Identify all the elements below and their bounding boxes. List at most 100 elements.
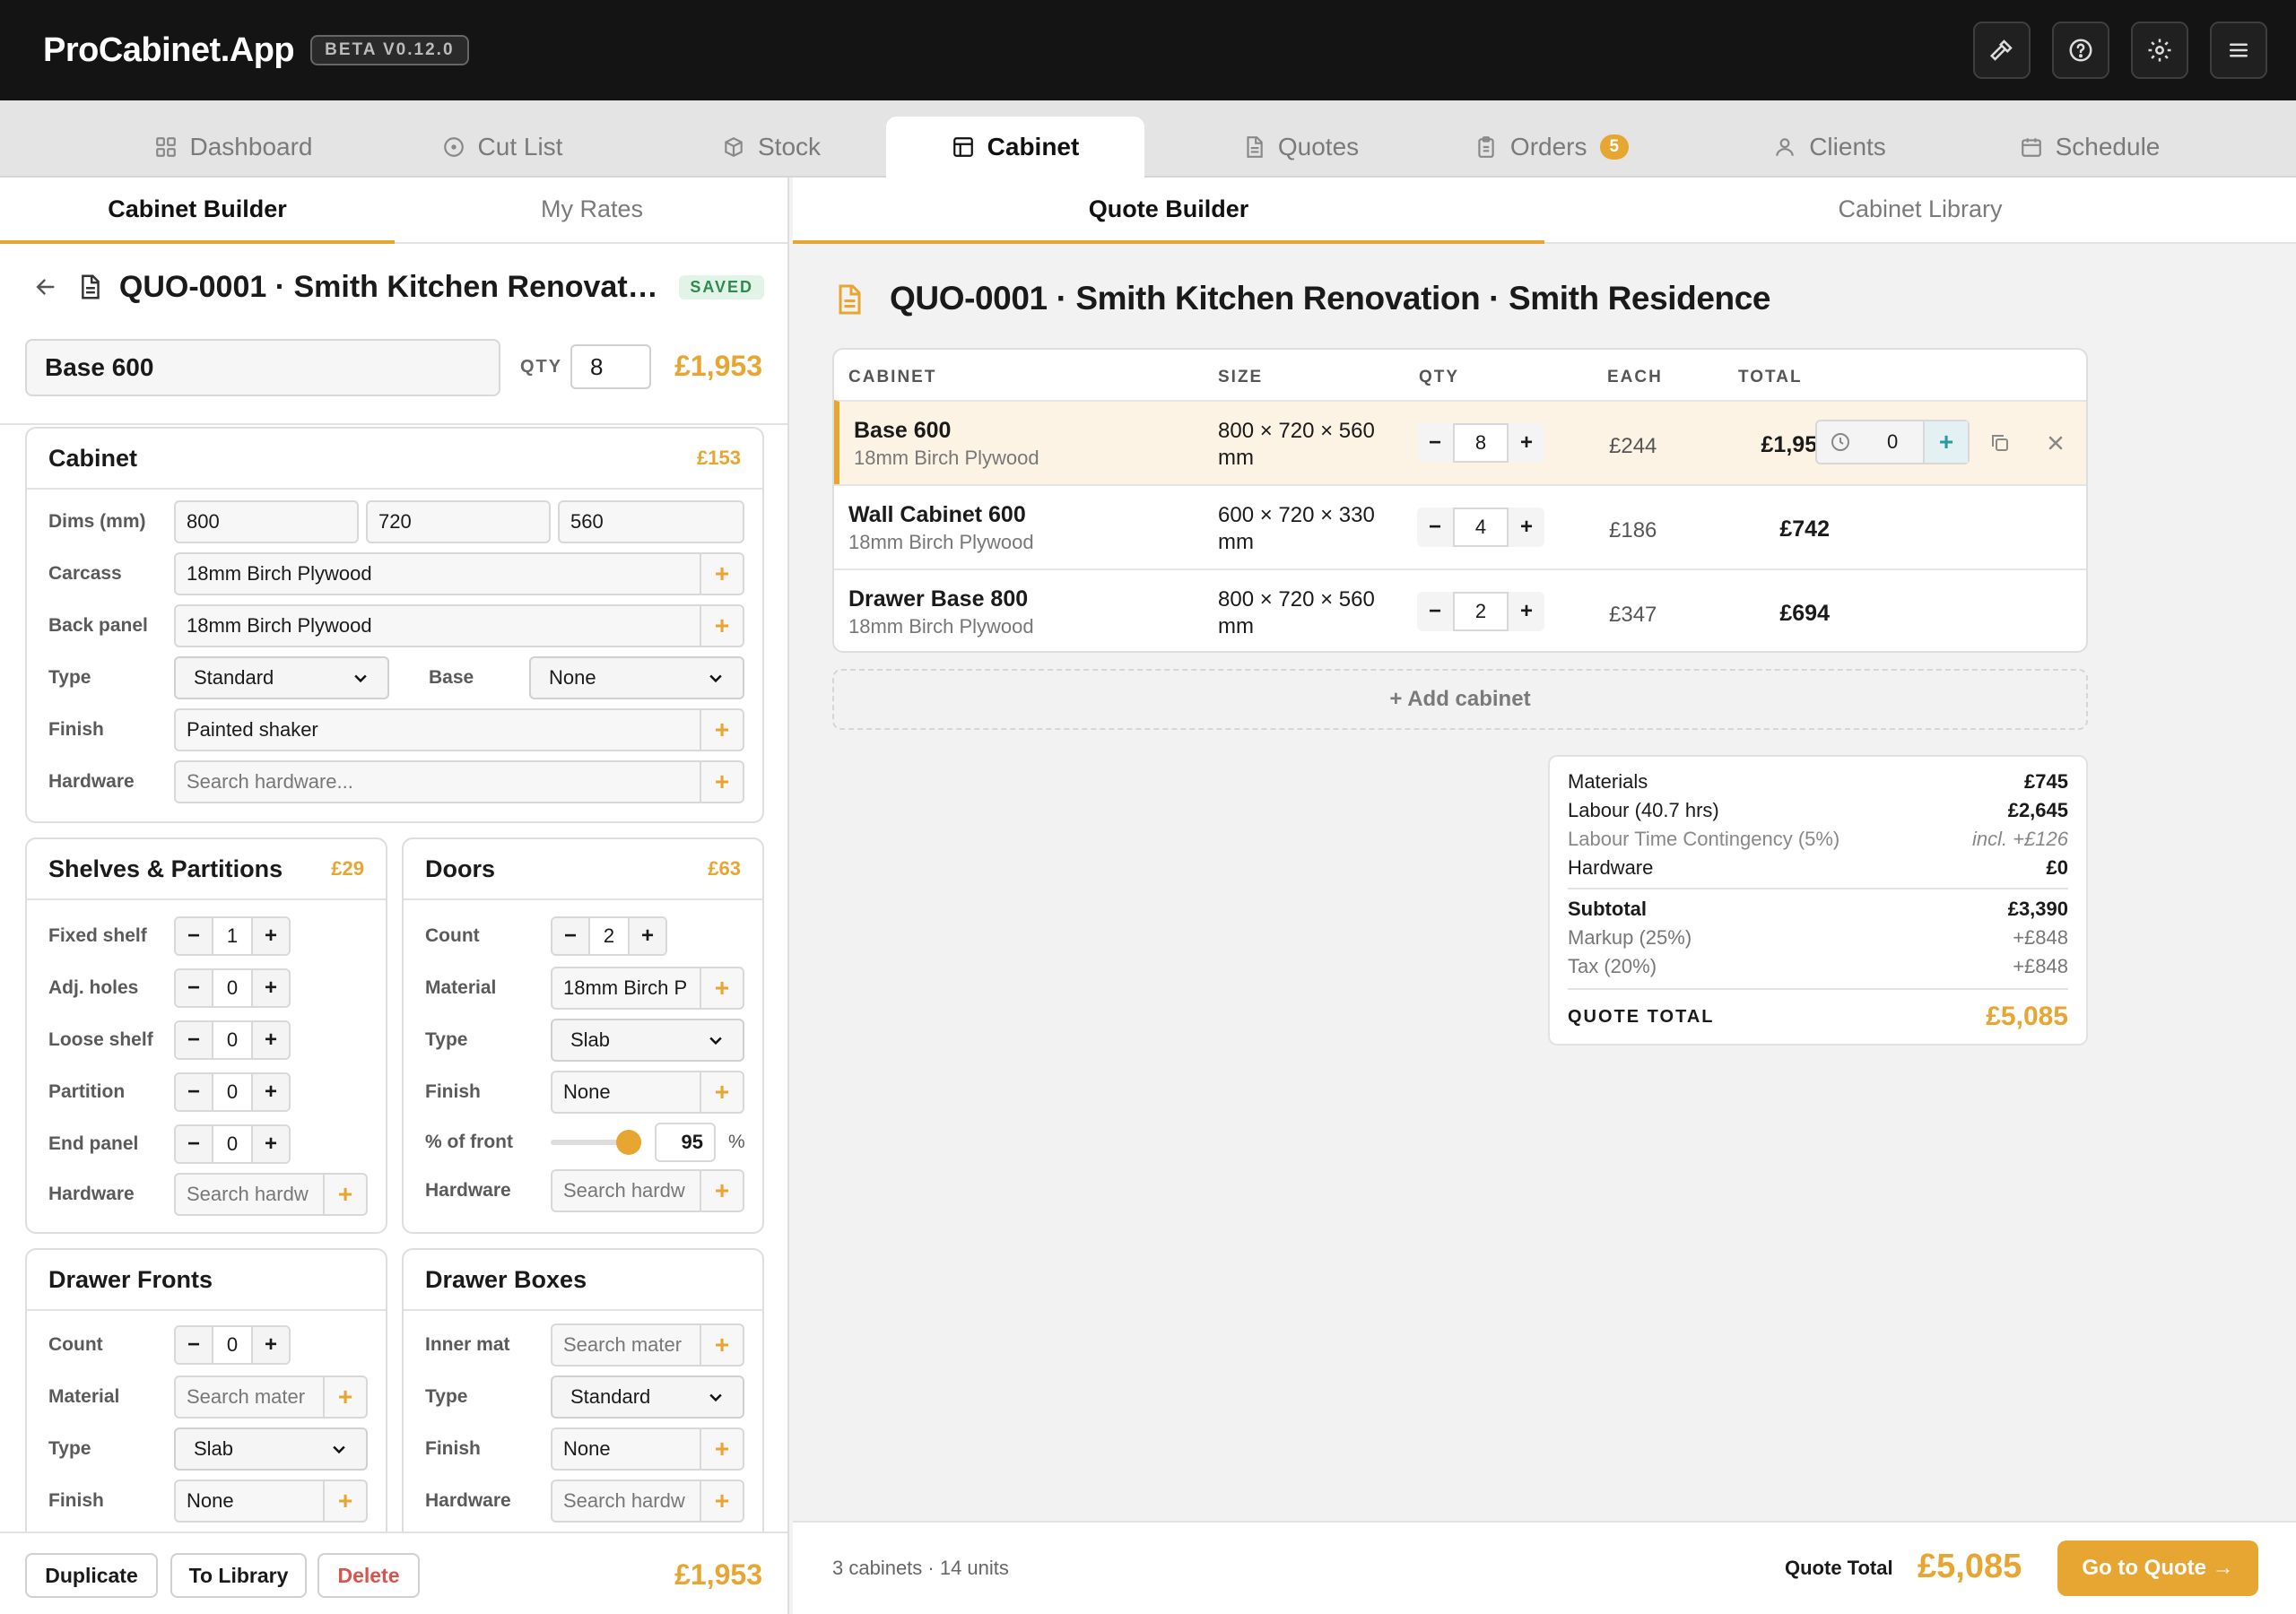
drawer-type-select[interactable]: Slab bbox=[174, 1427, 368, 1471]
tab-my-rates[interactable]: My Rates bbox=[395, 178, 787, 244]
decrement-button[interactable]: − bbox=[1417, 508, 1453, 547]
end-panel-stepper[interactable]: −0 + bbox=[174, 1124, 291, 1164]
stepper-value[interactable]: 4 bbox=[1453, 508, 1509, 547]
hammer-icon[interactable] bbox=[1973, 22, 2031, 79]
increment-button[interactable]: + bbox=[253, 970, 289, 1006]
close-icon[interactable] bbox=[2045, 432, 2066, 454]
decrement-button[interactable]: − bbox=[1417, 423, 1453, 463]
increment-button[interactable]: + bbox=[253, 1022, 289, 1058]
increment-button[interactable]: + bbox=[253, 918, 289, 954]
tab-stock[interactable]: Stock bbox=[655, 117, 888, 178]
increment-button[interactable]: + bbox=[1509, 423, 1544, 463]
delete-button[interactable]: Delete bbox=[317, 1553, 420, 1598]
stepper-value[interactable]: 1 bbox=[212, 918, 253, 954]
stepper-value[interactable]: 0 bbox=[212, 970, 253, 1006]
hardware-search-input[interactable]: Search hardw bbox=[551, 1480, 701, 1523]
decrement-button[interactable]: − bbox=[176, 970, 212, 1006]
gear-icon[interactable] bbox=[2131, 22, 2188, 79]
decrement-button[interactable]: − bbox=[176, 918, 212, 954]
add-finish-button[interactable]: + bbox=[701, 708, 744, 751]
door-material-input[interactable]: 18mm Birch P bbox=[551, 967, 701, 1010]
back-arrow-icon[interactable] bbox=[32, 273, 58, 300]
material-search-input[interactable]: Search mater bbox=[551, 1323, 701, 1367]
door-type-select[interactable]: Slab bbox=[551, 1019, 744, 1062]
tab-cabinet[interactable]: Cabinet bbox=[886, 117, 1144, 178]
decrement-button[interactable]: − bbox=[176, 1327, 212, 1363]
drawer-finish-input[interactable]: None bbox=[174, 1480, 325, 1523]
stepper-value[interactable]: 2 bbox=[588, 918, 630, 954]
increment-button[interactable]: + bbox=[630, 918, 665, 954]
carcass-input[interactable]: 18mm Birch Plywood bbox=[174, 552, 701, 595]
duplicate-button[interactable]: Duplicate bbox=[25, 1553, 158, 1598]
add-material-button[interactable]: + bbox=[701, 967, 744, 1010]
extra-hours-value[interactable]: 0 bbox=[1887, 430, 1898, 454]
tab-dashboard[interactable]: Dashboard bbox=[117, 117, 350, 178]
front-percent-input[interactable]: 95 bbox=[655, 1123, 716, 1162]
box-finish-input[interactable]: None bbox=[551, 1427, 701, 1471]
tab-orders[interactable]: Orders 5 bbox=[1435, 117, 1668, 178]
add-finish-button[interactable]: + bbox=[325, 1480, 368, 1523]
add-carcass-button[interactable]: + bbox=[701, 552, 744, 595]
copy-icon[interactable] bbox=[1989, 432, 2011, 454]
depth-input[interactable]: 560 bbox=[558, 500, 744, 543]
fixed-shelf-stepper[interactable]: −1 + bbox=[174, 916, 291, 956]
add-back-panel-button[interactable]: + bbox=[701, 604, 744, 647]
increment-button[interactable]: + bbox=[1509, 508, 1544, 547]
menu-icon[interactable] bbox=[2210, 22, 2267, 79]
stepper-value[interactable]: 0 bbox=[212, 1074, 253, 1110]
stepper-value[interactable]: 8 bbox=[1453, 423, 1509, 463]
increment-button[interactable]: + bbox=[253, 1074, 289, 1110]
tab-cabinet-builder[interactable]: Cabinet Builder bbox=[0, 178, 395, 244]
add-cabinet-button[interactable]: + Add cabinet bbox=[832, 669, 2088, 730]
adj-holes-stepper[interactable]: −0 + bbox=[174, 968, 291, 1008]
to-library-button[interactable]: To Library bbox=[170, 1553, 307, 1598]
decrement-button[interactable]: − bbox=[552, 918, 588, 954]
stepper-value[interactable]: 0 bbox=[212, 1327, 253, 1363]
base-select[interactable]: None bbox=[529, 656, 744, 699]
add-material-button[interactable]: + bbox=[325, 1375, 368, 1419]
drawer-count-stepper[interactable]: −0 + bbox=[174, 1325, 291, 1365]
stepper-value[interactable]: 0 bbox=[212, 1126, 253, 1162]
hardware-search-input[interactable]: Search hardw bbox=[174, 1173, 325, 1216]
app-logo[interactable]: ProCabinet.App bbox=[43, 31, 295, 70]
decrement-button[interactable]: − bbox=[1417, 592, 1453, 631]
row-qty-stepper[interactable]: −4 + bbox=[1417, 508, 1544, 547]
loose-shelf-stepper[interactable]: −0 + bbox=[174, 1020, 291, 1060]
add-finish-button[interactable]: + bbox=[701, 1427, 744, 1471]
table-row[interactable]: Wall Cabinet 600 18mm Birch Plywood 600 … bbox=[834, 484, 2086, 568]
increment-button[interactable]: + bbox=[253, 1126, 289, 1162]
extra-hours-field[interactable]: 0 + bbox=[1815, 420, 1970, 464]
increment-button[interactable]: + bbox=[253, 1327, 289, 1363]
width-input[interactable]: 800 bbox=[174, 500, 359, 543]
add-finish-button[interactable]: + bbox=[701, 1071, 744, 1114]
decrement-button[interactable]: − bbox=[176, 1126, 212, 1162]
cabinet-name-input[interactable]: Base 600 bbox=[25, 339, 500, 396]
height-input[interactable]: 720 bbox=[366, 500, 551, 543]
slider-handle[interactable] bbox=[616, 1130, 642, 1155]
finish-input[interactable]: Painted shaker bbox=[174, 708, 701, 751]
type-select[interactable]: Standard bbox=[174, 656, 389, 699]
go-to-quote-button[interactable]: Go to Quote → bbox=[2057, 1540, 2258, 1596]
row-qty-stepper[interactable]: −8 + bbox=[1417, 423, 1544, 463]
tab-schedule[interactable]: Schedule bbox=[1973, 117, 2206, 178]
tab-quote-builder[interactable]: Quote Builder bbox=[793, 178, 1544, 244]
partition-stepper[interactable]: −0 + bbox=[174, 1072, 291, 1112]
table-row[interactable]: Base 600 18mm Birch Plywood 800 × 720 × … bbox=[834, 400, 2086, 484]
qty-input[interactable]: 8 bbox=[570, 344, 651, 389]
table-row[interactable]: Drawer Base 800 18mm Birch Plywood 800 ×… bbox=[834, 568, 2086, 651]
hardware-search-input[interactable]: Search hardw bbox=[551, 1169, 701, 1212]
door-finish-input[interactable]: None bbox=[551, 1071, 701, 1114]
tab-cabinet-library[interactable]: Cabinet Library bbox=[1544, 178, 2296, 244]
hardware-search-input[interactable]: Search hardware... bbox=[174, 760, 701, 803]
row-qty-stepper[interactable]: −2 + bbox=[1417, 592, 1544, 631]
door-count-stepper[interactable]: −2 + bbox=[551, 916, 667, 956]
stepper-value[interactable]: 0 bbox=[212, 1022, 253, 1058]
add-hardware-button[interactable]: + bbox=[701, 1480, 744, 1523]
back-panel-input[interactable]: 18mm Birch Plywood bbox=[174, 604, 701, 647]
tab-cut-list[interactable]: Cut List bbox=[386, 117, 619, 178]
box-type-select[interactable]: Standard bbox=[551, 1375, 744, 1419]
add-hardware-button[interactable]: + bbox=[701, 760, 744, 803]
material-search-input[interactable]: Search mater bbox=[174, 1375, 325, 1419]
add-hardware-button[interactable]: + bbox=[701, 1169, 744, 1212]
add-extra-button[interactable]: + bbox=[1923, 421, 1968, 463]
